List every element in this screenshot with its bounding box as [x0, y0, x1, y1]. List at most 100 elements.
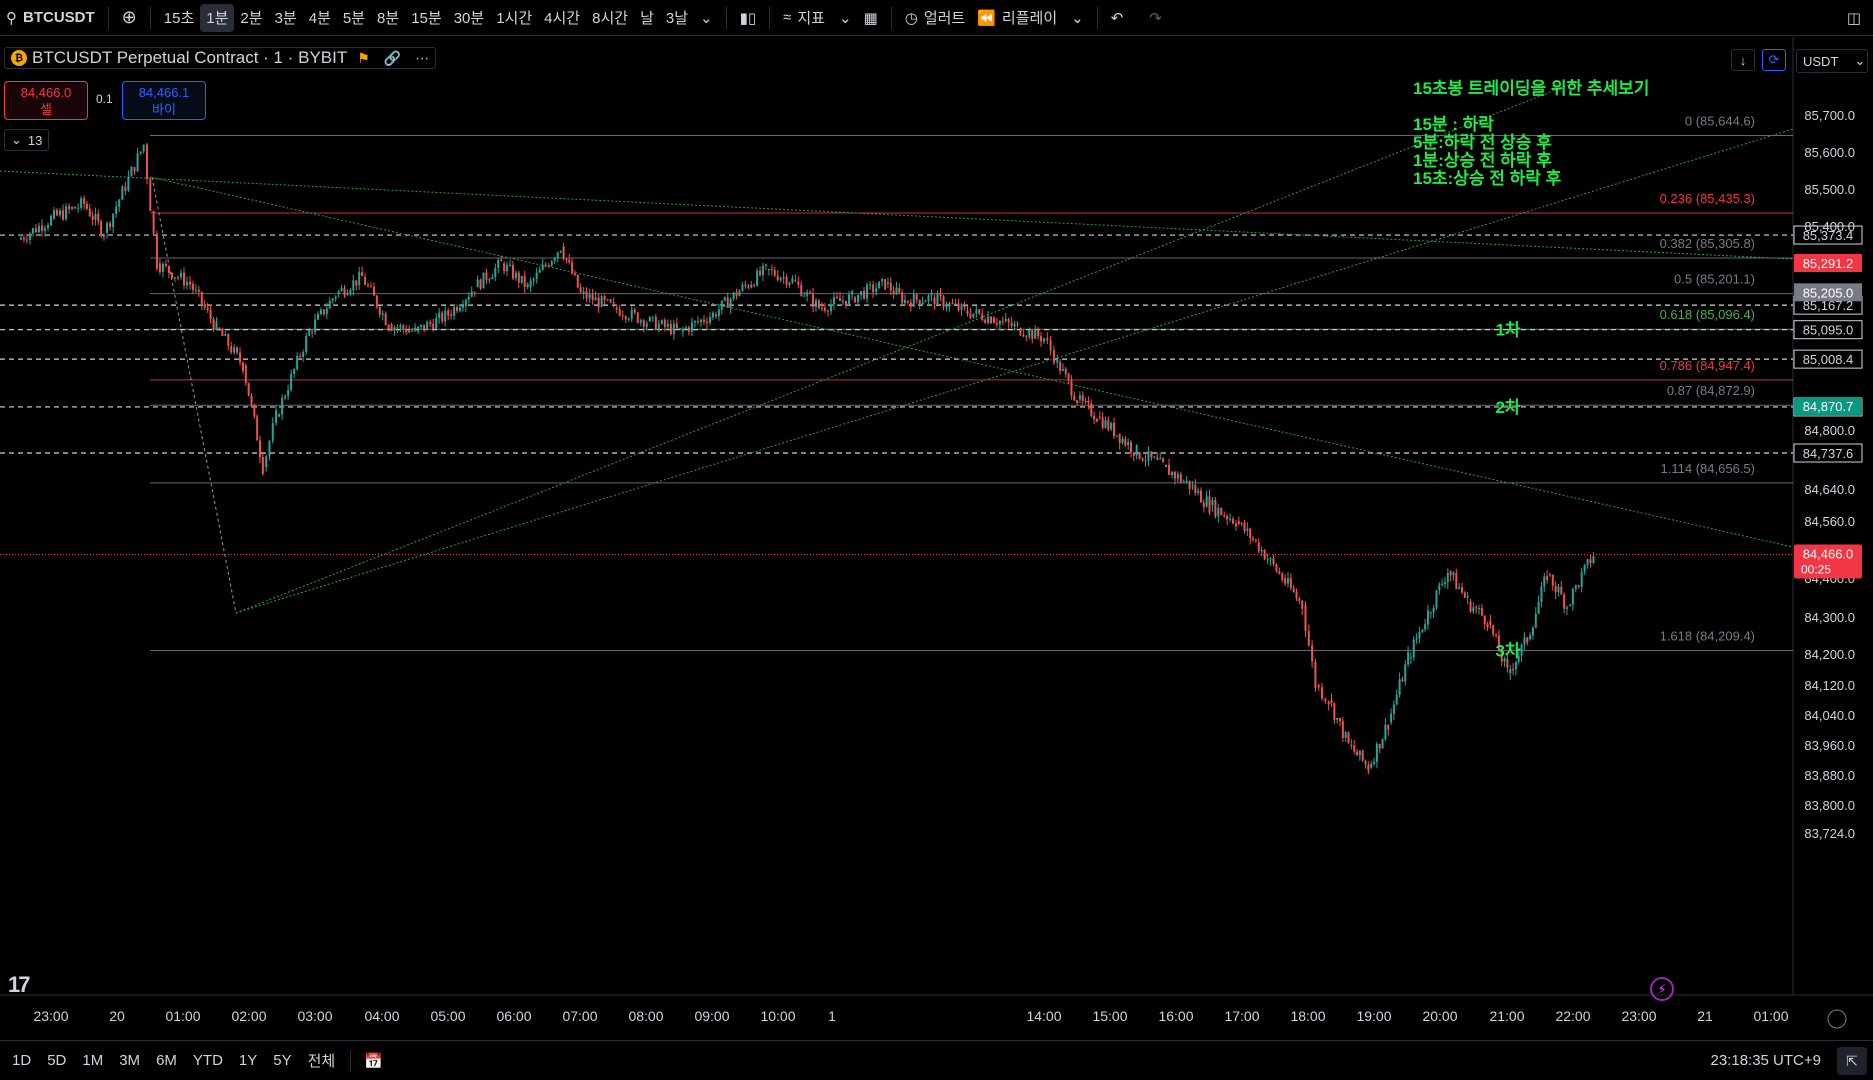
- candle-body: [624, 316, 627, 320]
- candle-body: [729, 298, 732, 308]
- lightning-icon[interactable]: ⚡: [1650, 977, 1674, 1001]
- range-3[interactable]: 3M: [111, 1052, 148, 1069]
- interval-2[interactable]: 2분: [234, 4, 268, 32]
- chart-type-button[interactable]: ▮▯: [734, 4, 763, 32]
- alert-label: 얼러트: [923, 10, 966, 27]
- currency-select[interactable]: USDT ⌄: [1796, 49, 1868, 73]
- candle-body: [1463, 592, 1466, 598]
- sync-button[interactable]: ⟳: [1762, 49, 1786, 71]
- candle-body: [1217, 507, 1220, 517]
- currency-label: USDT: [1803, 53, 1839, 69]
- candle-body: [630, 309, 633, 319]
- interval-0[interactable]: 15초: [158, 4, 201, 32]
- candle-body: [1324, 698, 1327, 702]
- candle-body: [1208, 496, 1211, 513]
- candle-body: [762, 265, 765, 276]
- candle-body: [1040, 336, 1043, 342]
- trend-annotation[interactable]: 15초봉 트레이딩을 위한 추세보기 15분 : 하락 5분:하락 전 상승 후…: [1413, 80, 1649, 188]
- interval-7[interactable]: 15분: [405, 4, 448, 32]
- divider: [1096, 6, 1098, 29]
- legend-title: BTCUSDT Perpetual Contract · 1 · BYBIT: [32, 48, 348, 67]
- interval-13[interactable]: 3날: [660, 4, 694, 32]
- symbol-name: BTCUSDT: [23, 9, 95, 26]
- candle-body: [812, 293, 815, 307]
- down-arrow-button[interactable]: ↓: [1731, 49, 1755, 71]
- flag-icon[interactable]: ⚑: [357, 50, 370, 67]
- candle-body: [1162, 458, 1165, 462]
- candle-body: [1461, 587, 1464, 593]
- sidebar-toggle-button[interactable]: ◫: [1841, 4, 1867, 32]
- tradingview-logo[interactable]: 17: [8, 972, 31, 998]
- interval-dropdown[interactable]: ⌄: [694, 4, 719, 32]
- link-icon[interactable]: 🔗: [384, 50, 401, 67]
- maximize-button[interactable]: ⇱: [1837, 1047, 1867, 1075]
- trend-line-up[interactable]: [235, 128, 1794, 614]
- compare-symbol-button[interactable]: ⊕: [116, 4, 143, 32]
- candle-body: [482, 272, 485, 289]
- trend-line-down[interactable]: [149, 176, 1794, 548]
- date-range-button[interactable]: 📅: [358, 1047, 389, 1075]
- range-0[interactable]: 1D: [4, 1052, 39, 1069]
- candle-body: [1013, 324, 1016, 327]
- candle-body: [1159, 458, 1162, 460]
- candle-body: [1534, 613, 1537, 628]
- candle-body: [1237, 521, 1240, 525]
- trend-line-up-steep[interactable]: [235, 84, 1569, 614]
- candle-body: [1543, 576, 1546, 587]
- layout-button[interactable]: ▦: [858, 4, 884, 32]
- price-axis-tick: 84,300.0: [1804, 610, 1855, 625]
- price-axis-tick: 84,640.0: [1804, 482, 1855, 497]
- fib-anchor-line[interactable]: [151, 176, 237, 614]
- replay-button[interactable]: ⏪ 리플레이 ⌄: [971, 4, 1089, 32]
- interval-4[interactable]: 4분: [303, 4, 337, 32]
- candle-body: [562, 246, 565, 259]
- range-7[interactable]: 5Y: [265, 1052, 299, 1069]
- interval-12[interactable]: 날: [634, 4, 660, 32]
- candle-body: [352, 280, 355, 291]
- interval-6[interactable]: 8분: [371, 4, 405, 32]
- indicators-collapse-button[interactable]: ⌄ 13: [4, 129, 50, 151]
- alert-button[interactable]: ◷ 얼러트: [899, 4, 972, 32]
- target-label: 2차: [1495, 398, 1520, 417]
- candle-body: [918, 299, 921, 305]
- search-icon: ⚲: [6, 9, 17, 27]
- range-5[interactable]: YTD: [185, 1052, 231, 1069]
- arrow-down-icon: ↓: [1739, 52, 1747, 68]
- candle-body: [851, 291, 854, 295]
- candle-body: [1034, 328, 1037, 339]
- candle-body: [115, 206, 118, 214]
- undo-button[interactable]: ↶: [1105, 4, 1130, 32]
- time-axis-tick: 20: [109, 1008, 125, 1024]
- candle-body: [1121, 438, 1124, 444]
- range-2[interactable]: 1M: [74, 1052, 111, 1069]
- interval-9[interactable]: 1시간: [490, 4, 538, 32]
- time-axis-tick: 18:00: [1290, 1008, 1325, 1024]
- range-8[interactable]: 전체: [300, 1050, 344, 1071]
- buy-button[interactable]: 84,466.1 바이: [122, 81, 206, 120]
- sell-button[interactable]: 84,466.0 셀: [4, 81, 88, 120]
- chart-area[interactable]: 0 (85,644.6) 0.236 (85,435.3) 0.382 (85,30…: [0, 37, 1873, 1033]
- candle-body: [1001, 321, 1004, 323]
- candle-body: [1432, 607, 1435, 613]
- candle-body: [520, 275, 523, 283]
- candle-body: [1586, 559, 1589, 565]
- candle-body: [500, 259, 503, 262]
- range-6[interactable]: 1Y: [231, 1052, 265, 1069]
- interval-11[interactable]: 8시간: [586, 4, 634, 32]
- more-icon[interactable]: ⋯: [415, 50, 429, 67]
- interval-3[interactable]: 3분: [269, 4, 303, 32]
- interval-5[interactable]: 5분: [337, 4, 371, 32]
- alarm-clock-icon: ◷: [904, 9, 918, 27]
- candle-body: [924, 300, 927, 303]
- range-1[interactable]: 5D: [39, 1052, 74, 1069]
- interval-8[interactable]: 30분: [448, 4, 491, 32]
- interval-10[interactable]: 4시간: [538, 4, 586, 32]
- symbol-search[interactable]: ⚲ BTCUSDT: [0, 4, 101, 32]
- candle-body: [912, 294, 915, 307]
- range-4[interactable]: 6M: [148, 1052, 185, 1069]
- redo-button[interactable]: ↷: [1143, 4, 1168, 32]
- indicators-button[interactable]: ≈ 지표 ⌄: [777, 4, 857, 32]
- interval-1[interactable]: 1분: [200, 3, 235, 32]
- candle-body: [582, 291, 585, 294]
- candle-body: [776, 275, 779, 281]
